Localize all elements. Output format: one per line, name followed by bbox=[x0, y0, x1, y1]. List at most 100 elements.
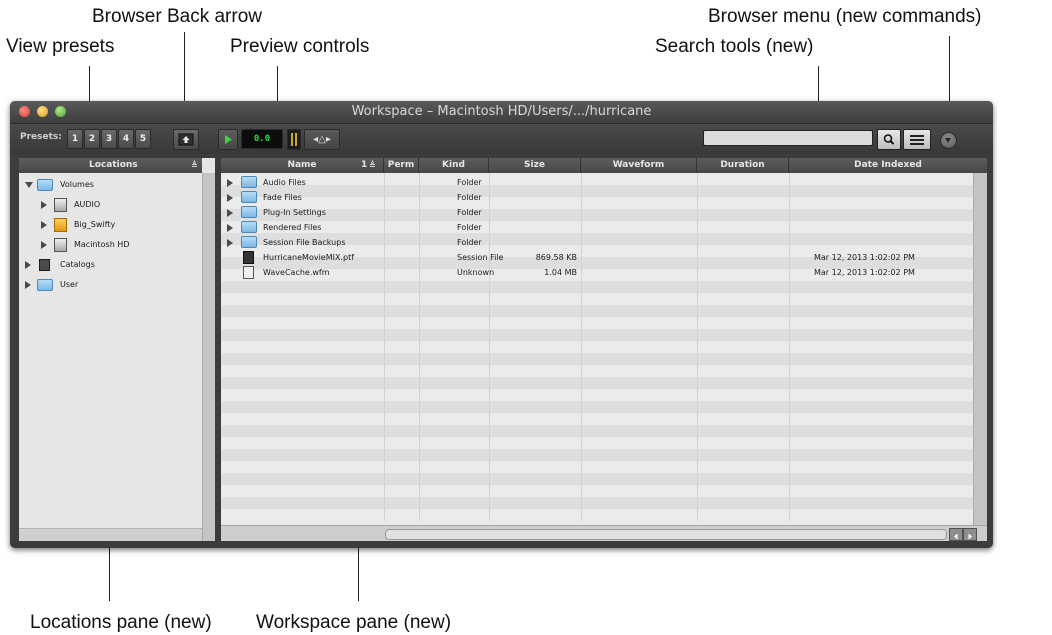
location-label: Macintosh HD bbox=[74, 240, 130, 249]
back-arrow-icon bbox=[178, 133, 194, 146]
preset-button-5[interactable]: 5 bbox=[135, 129, 151, 149]
column-header-duration[interactable]: Duration bbox=[697, 158, 789, 173]
callout-browser-back-arrow: Browser Back arrow bbox=[92, 6, 262, 27]
disclosure-triangle-icon[interactable] bbox=[227, 179, 233, 187]
scroll-left-button[interactable] bbox=[949, 528, 963, 541]
disclosure-triangle-icon[interactable] bbox=[227, 194, 233, 202]
disclosure-triangle-icon[interactable] bbox=[41, 241, 47, 249]
file-kind: Folder bbox=[457, 223, 482, 232]
preset-button-1[interactable]: 1 bbox=[67, 129, 83, 149]
table-row[interactable]: Plug-In Settings Folder bbox=[221, 205, 973, 220]
disclosure-triangle-icon[interactable] bbox=[25, 261, 31, 269]
location-label: Big_Swifty bbox=[74, 220, 116, 229]
workspace-header: Name 1 ≜ Perm Kind Size Waveform Duratio… bbox=[221, 158, 987, 173]
browser-menu-button[interactable] bbox=[940, 132, 957, 149]
file-kind: Folder bbox=[457, 178, 482, 187]
browser-back-button[interactable] bbox=[173, 129, 199, 150]
file-name: Audio Files bbox=[263, 178, 306, 187]
disclosure-triangle-icon[interactable] bbox=[227, 239, 233, 247]
callout-locations-pane: Locations pane (new) bbox=[30, 612, 212, 633]
locations-header[interactable]: Locations ≜ bbox=[19, 158, 202, 173]
disclosure-triangle-icon[interactable] bbox=[25, 281, 31, 289]
disclosure-triangle-icon[interactable] bbox=[41, 201, 47, 209]
location-item-user[interactable]: User bbox=[19, 276, 199, 294]
workspace-horizontal-scrollbar[interactable] bbox=[221, 525, 987, 541]
file-name: Rendered Files bbox=[263, 223, 322, 232]
workspace-pane: Name 1 ≜ Perm Kind Size Waveform Duratio… bbox=[221, 158, 987, 541]
preset-button-2[interactable]: 2 bbox=[84, 129, 100, 149]
waveform-file-icon bbox=[243, 266, 254, 279]
preset-button-4[interactable]: 4 bbox=[118, 129, 134, 149]
sort-icon[interactable]: ≜ bbox=[191, 158, 198, 173]
locations-scrollbar[interactable] bbox=[202, 173, 215, 541]
file-name: HurricaneMovieMIX.ptf bbox=[263, 253, 355, 262]
column-header-date-indexed[interactable]: Date Indexed bbox=[789, 158, 987, 173]
location-item-big-swifty[interactable]: Big_Swifty bbox=[19, 216, 199, 234]
preview-volume-button[interactable]: ◂△▸ bbox=[304, 129, 340, 150]
table-row[interactable]: WaveCache.wfm Unknown 1.04 MB Mar 12, 20… bbox=[221, 265, 973, 280]
folder-icon bbox=[37, 279, 53, 291]
toolbar: Presets: 1 2 3 4 5 0.0 ◂△▸ bbox=[10, 124, 993, 154]
window-title: Workspace – Macintosh HD/Users/.../hurri… bbox=[351, 104, 652, 119]
catalog-icon bbox=[39, 259, 50, 271]
disclosure-triangle-icon[interactable] bbox=[227, 224, 233, 232]
search-button[interactable] bbox=[877, 129, 901, 150]
file-size: 1.04 MB bbox=[544, 268, 577, 277]
preview-meter bbox=[287, 129, 301, 150]
preview-level-display[interactable]: 0.0 bbox=[241, 129, 283, 149]
location-label: Catalogs bbox=[60, 260, 95, 269]
location-item-volumes[interactable]: Volumes bbox=[19, 176, 199, 194]
search-options-button[interactable] bbox=[903, 129, 931, 150]
file-date-indexed: Mar 12, 2013 1:02:02 PM bbox=[814, 253, 915, 262]
location-item-catalogs[interactable]: Catalogs bbox=[19, 256, 199, 274]
search-input[interactable] bbox=[703, 130, 873, 146]
column-header-name[interactable]: Name 1 ≜ bbox=[221, 158, 384, 173]
sort-ascending-icon: ≜ bbox=[369, 161, 376, 170]
search-icon bbox=[883, 134, 895, 145]
file-name: Plug-In Settings bbox=[263, 208, 326, 217]
workspace-vertical-scrollbar[interactable] bbox=[973, 173, 987, 525]
locations-header-label: Locations bbox=[89, 160, 138, 170]
scroll-right-button[interactable] bbox=[963, 528, 977, 541]
locations-footer bbox=[19, 528, 202, 541]
arrow-right-icon bbox=[968, 533, 972, 540]
location-label: User bbox=[60, 280, 79, 289]
column-header-perm[interactable]: Perm bbox=[384, 158, 419, 173]
disclosure-triangle-icon[interactable] bbox=[41, 221, 47, 229]
file-name: WaveCache.wfm bbox=[263, 268, 330, 277]
table-row[interactable]: Fade Files Folder bbox=[221, 190, 973, 205]
arrow-left-icon bbox=[954, 533, 958, 540]
drive-icon bbox=[54, 238, 67, 252]
table-row[interactable]: HurricaneMovieMIX.ptf Session File 869.5… bbox=[221, 250, 973, 265]
file-kind: Folder bbox=[457, 238, 482, 247]
file-size: 869.58 KB bbox=[535, 253, 577, 262]
volume-icon: ◂△▸ bbox=[313, 134, 331, 145]
table-row[interactable]: Session File Backups Folder bbox=[221, 235, 973, 250]
folder-icon bbox=[241, 191, 257, 203]
file-name: Session File Backups bbox=[263, 238, 346, 247]
presets-label: Presets: bbox=[20, 132, 62, 142]
location-item-audio[interactable]: AUDIO bbox=[19, 196, 199, 214]
title-bar[interactable]: Workspace – Macintosh HD/Users/.../hurri… bbox=[10, 101, 993, 124]
disclosure-triangle-icon[interactable] bbox=[25, 182, 33, 188]
column-header-waveform[interactable]: Waveform bbox=[581, 158, 697, 173]
preview-play-button[interactable] bbox=[218, 129, 238, 150]
table-row[interactable]: Audio Files Folder bbox=[221, 175, 973, 190]
play-icon bbox=[225, 135, 232, 144]
sort-order-label: 1 bbox=[361, 160, 368, 170]
disclosure-triangle-icon[interactable] bbox=[227, 209, 233, 217]
folder-icon bbox=[241, 236, 257, 248]
session-file-icon bbox=[243, 251, 254, 264]
scrollbar-thumb[interactable] bbox=[385, 529, 947, 540]
location-item-macintosh-hd[interactable]: Macintosh HD bbox=[19, 236, 199, 254]
preset-button-3[interactable]: 3 bbox=[101, 129, 117, 149]
column-header-size[interactable]: Size bbox=[489, 158, 581, 173]
column-header-kind[interactable]: Kind bbox=[419, 158, 489, 173]
folder-icon bbox=[241, 221, 257, 233]
file-kind: Folder bbox=[457, 208, 482, 217]
table-row[interactable]: Rendered Files Folder bbox=[221, 220, 973, 235]
browser-window: Workspace – Macintosh HD/Users/.../hurri… bbox=[10, 101, 993, 548]
file-kind: Folder bbox=[457, 193, 482, 202]
callout-search-tools: Search tools (new) bbox=[655, 36, 814, 57]
folder-icon bbox=[241, 176, 257, 188]
